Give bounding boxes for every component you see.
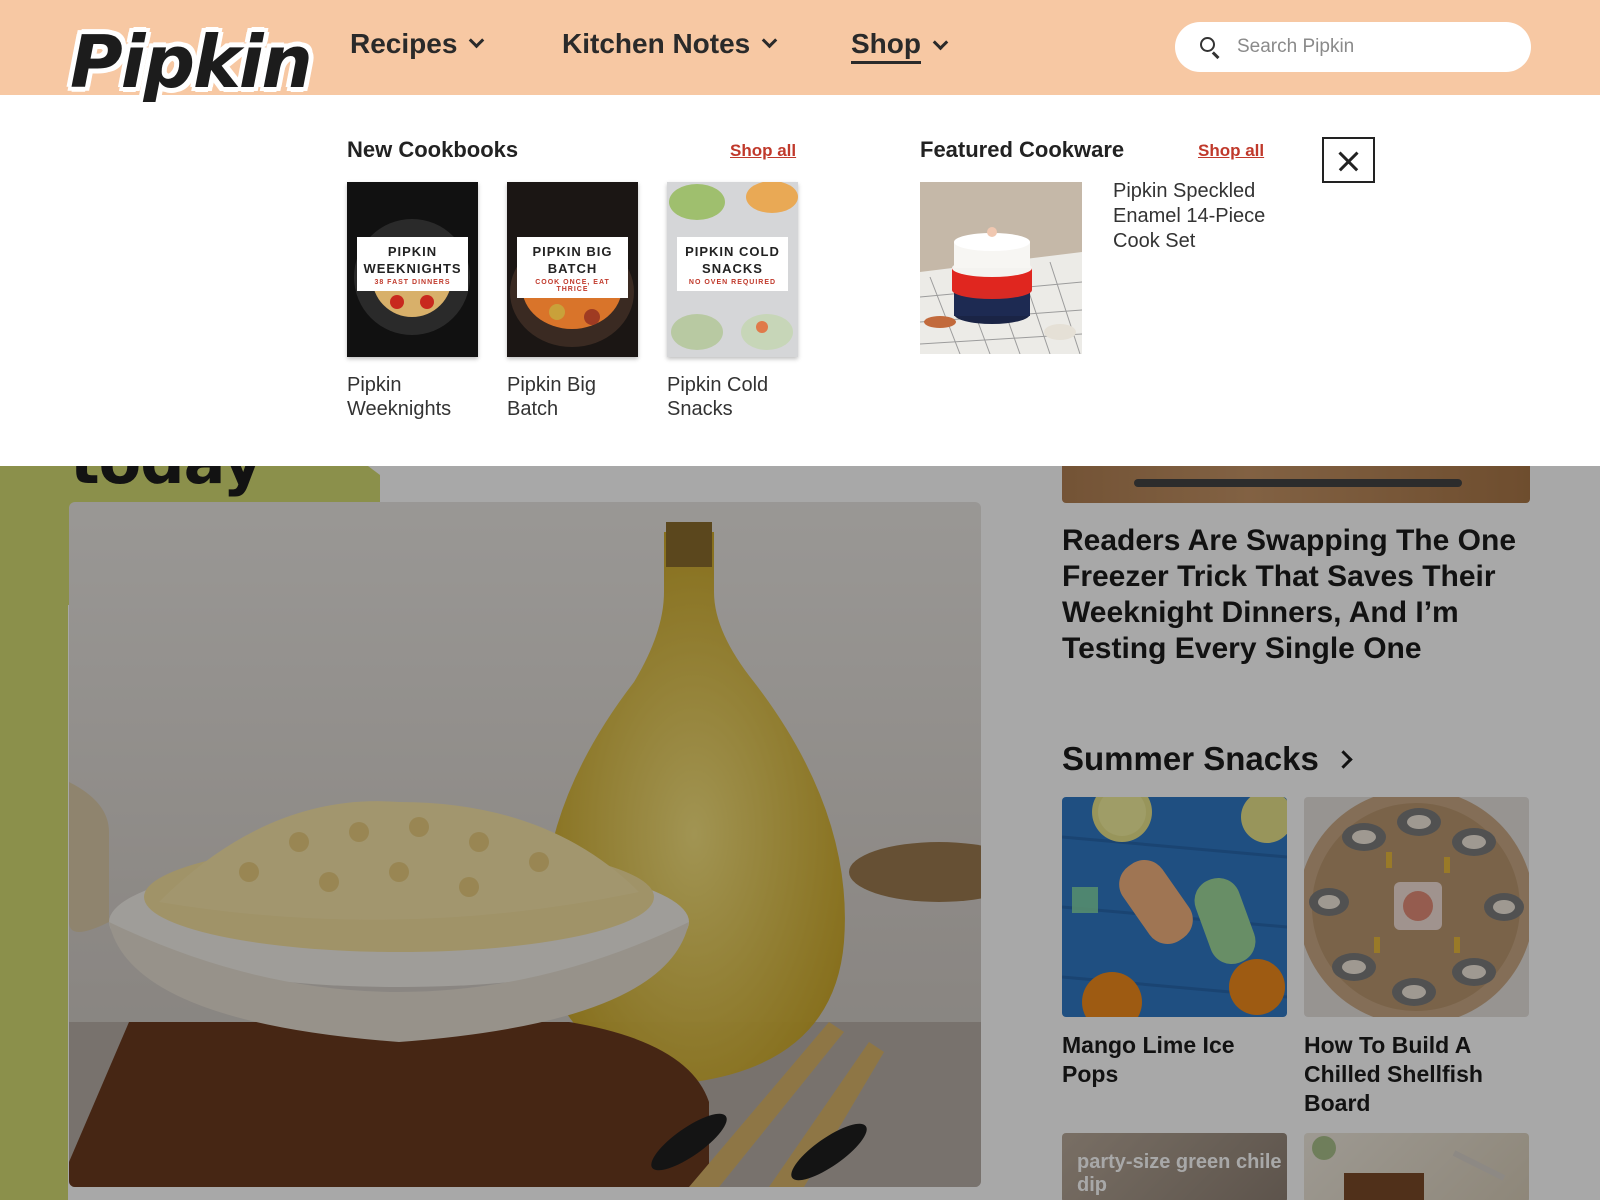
nav-shop[interactable]: Shop [851,28,949,64]
nav-shop-label: Shop [851,28,921,64]
chevron-down-icon [932,34,949,50]
cover-label: PIPKIN WEEKNIGHTS 38 FAST DINNERS [357,237,468,291]
cookware-shop-all-link[interactable]: Shop all [1198,141,1264,161]
close-menu-button[interactable] [1322,137,1375,183]
cookbook-pipkin-big-batch[interactable]: PIPKIN BIG BATCH COOK ONCE, EAT THRICE P… [507,182,638,421]
cookware-title[interactable]: Pipkin Speckled Enamel 14-Piece Cook Set [1113,179,1283,254]
cover-label: PIPKIN COLD SNACKS NO OVEN REQUIRED [677,237,788,291]
cookbook-cover: PIPKIN COLD SNACKS NO OVEN REQUIRED [667,182,798,357]
nav-recipes[interactable]: Recipes [350,28,485,60]
chevron-down-icon [761,32,778,48]
cover-subtitle: 38 FAST DINNERS [374,279,451,286]
cookbooks-heading: New Cookbooks [347,137,519,162]
cookbook-pipkin-cold-snacks[interactable]: PIPKIN COLD SNACKS NO OVEN REQUIRED Pipk… [667,182,798,421]
nav-recipes-label: Recipes [350,28,458,59]
search-input[interactable] [1237,36,1517,58]
cover-title: PIPKIN COLD SNACKS [685,244,780,276]
shop-mega-menu: New Cookbooks Shop all PIPKIN WEEKNIGHTS… [0,95,1600,466]
cookbook-title: Pipkin Weeknights [347,374,452,420]
cover-subtitle: COOK ONCE, EAT THRICE [535,279,610,293]
cookbook-cover: PIPKIN BIG BATCH COOK ONCE, EAT THRICE [507,182,638,357]
cookbook-cover: PIPKIN WEEKNIGHTS 38 FAST DINNERS [347,182,478,357]
cookware-heading: Featured Cookware [920,137,1125,162]
search-icon[interactable] [1199,36,1221,59]
site-header: Pipkin Recipes Kitchen Notes Shop [0,0,1600,98]
cookbook-title: Pipkin Big Batch [507,374,596,420]
cover-label: PIPKIN BIG BATCH COOK ONCE, EAT THRICE [517,237,628,298]
cookbook-pipkin-weeknights[interactable]: PIPKIN WEEKNIGHTS 38 FAST DINNERS Pipkin… [347,182,478,421]
site-logo[interactable]: Pipkin [70,26,313,98]
cover-subtitle: NO OVEN REQUIRED [688,279,777,286]
cookbook-title: Pipkin Cold Snacks [667,374,769,420]
nav-kitchen-notes-label: Kitchen Notes [562,28,751,59]
cover-title: PIPKIN WEEKNIGHTS [363,244,462,276]
chevron-down-icon [469,32,485,48]
cookware-image[interactable] [920,182,1082,354]
search-box[interactable] [1175,22,1531,72]
cover-title: PIPKIN BIG BATCH [532,244,613,276]
cookbooks-shop-all-link[interactable]: Shop all [730,141,796,161]
nav-kitchen-notes[interactable]: Kitchen Notes [562,28,778,60]
